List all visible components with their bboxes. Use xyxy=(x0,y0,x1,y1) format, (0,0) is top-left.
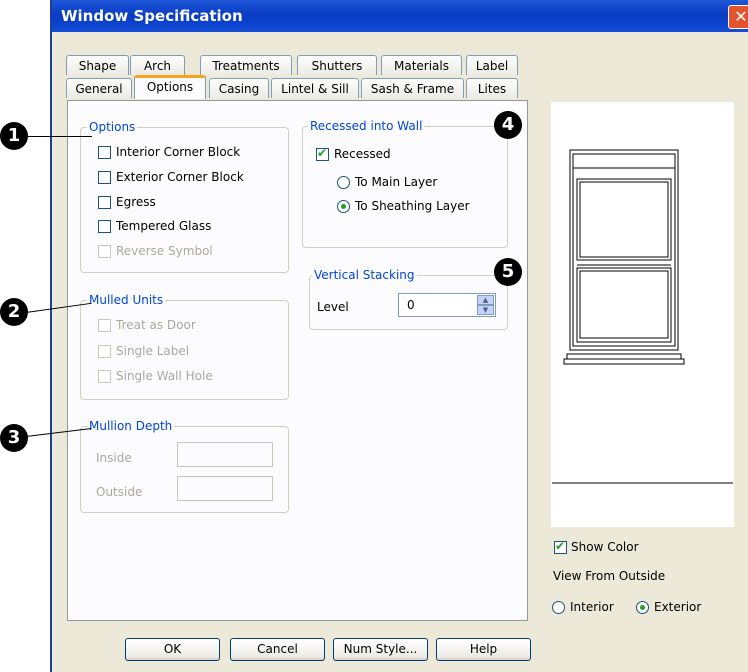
egress-checkbox[interactable] xyxy=(98,196,111,209)
callout-2: 2 xyxy=(0,298,28,326)
num-style-button[interactable]: Num Style... xyxy=(333,638,428,661)
options-group-legend: Options xyxy=(87,120,138,134)
to-sheathing-layer-label: To Sheathing Layer xyxy=(355,199,470,213)
egress-label: Egress xyxy=(116,195,156,209)
to-main-layer-radio[interactable] xyxy=(337,176,350,189)
vertical-stacking-legend: Vertical Stacking xyxy=(312,268,417,282)
to-sheathing-layer-radio[interactable] xyxy=(337,200,350,213)
spinner-up-icon[interactable]: ▲ xyxy=(477,295,494,305)
window-preview-drawing xyxy=(552,149,733,484)
level-value: 0 xyxy=(407,298,415,312)
callout-1: 1 xyxy=(0,122,28,150)
interior-corner-block-label: Interior Corner Block xyxy=(116,145,241,159)
title-bar: Window Specification xyxy=(52,0,748,32)
window-preview xyxy=(551,102,734,527)
tab-lites[interactable]: Lites xyxy=(466,78,518,98)
tab-materials[interactable]: Materials xyxy=(381,55,462,75)
spinner-down-icon[interactable]: ▼ xyxy=(477,305,494,315)
callout-3: 3 xyxy=(0,424,28,452)
tab-label[interactable]: Label xyxy=(466,55,518,75)
inside-depth-input[interactable] xyxy=(177,442,273,467)
close-icon[interactable]: ✕ xyxy=(728,5,748,29)
treat-as-door-checkbox[interactable] xyxy=(98,319,111,332)
recessed-into-wall-legend: Recessed into Wall xyxy=(308,119,425,133)
level-spinner[interactable]: 0 ▲ ▼ xyxy=(398,293,496,317)
callout-5: 5 xyxy=(494,258,522,286)
exterior-radio[interactable] xyxy=(636,601,649,614)
mulled-units-legend: Mulled Units xyxy=(87,293,166,307)
exterior-corner-block-checkbox[interactable] xyxy=(98,171,111,184)
callout-4: 4 xyxy=(494,111,522,139)
show-color-checkbox[interactable]: ✔ xyxy=(554,539,567,554)
tab-treatments[interactable]: Treatments xyxy=(200,55,292,75)
ok-button[interactable]: OK xyxy=(125,638,220,661)
single-wall-hole-checkbox[interactable] xyxy=(98,370,111,383)
treat-as-door-label: Treat as Door xyxy=(116,318,196,332)
level-label: Level xyxy=(317,300,349,314)
callout-1-line xyxy=(26,136,92,137)
radio-selected-dot xyxy=(640,605,645,610)
outside-depth-input[interactable] xyxy=(177,476,273,501)
single-label-label: Single Label xyxy=(116,344,190,358)
exterior-label: Exterior xyxy=(654,600,702,614)
tab-lintel-sill[interactable]: Lintel & Sill xyxy=(271,78,359,98)
tab-options[interactable]: Options xyxy=(134,75,206,99)
single-wall-hole-label: Single Wall Hole xyxy=(116,369,213,383)
to-main-layer-label: To Main Layer xyxy=(355,175,438,189)
tab-sash-frame[interactable]: Sash & Frame xyxy=(361,78,464,98)
outside-label: Outside xyxy=(96,485,143,499)
tab-casing[interactable]: Casing xyxy=(209,78,269,98)
recessed-label: Recessed xyxy=(334,147,391,161)
tab-shape[interactable]: Shape xyxy=(66,55,129,75)
tab-arch[interactable]: Arch xyxy=(130,55,185,75)
inside-label: Inside xyxy=(96,451,132,465)
tab-shutters[interactable]: Shutters xyxy=(297,55,377,75)
reverse-symbol-checkbox[interactable] xyxy=(98,245,111,258)
tab-general[interactable]: General xyxy=(66,78,132,98)
tempered-glass-label: Tempered Glass xyxy=(116,219,212,233)
view-from-outside-label: View From Outside xyxy=(553,569,666,583)
cancel-button[interactable]: Cancel xyxy=(230,638,325,661)
interior-corner-block-checkbox[interactable] xyxy=(98,146,111,159)
interior-label: Interior xyxy=(570,600,614,614)
reverse-symbol-label: Reverse Symbol xyxy=(116,244,213,258)
tempered-glass-checkbox[interactable] xyxy=(98,220,111,233)
recessed-checkbox[interactable]: ✔ xyxy=(316,146,329,161)
single-label-checkbox[interactable] xyxy=(98,345,111,358)
checkmark-icon: ✔ xyxy=(317,146,328,160)
mullion-depth-legend: Mullion Depth xyxy=(87,419,175,433)
dialog-title: Window Specification xyxy=(61,7,243,25)
radio-selected-dot xyxy=(341,204,346,209)
show-color-label: Show Color xyxy=(571,540,639,554)
exterior-corner-block-label: Exterior Corner Block xyxy=(116,170,244,184)
interior-radio[interactable] xyxy=(552,601,565,614)
checkmark-icon: ✔ xyxy=(555,539,566,553)
help-button[interactable]: Help xyxy=(436,638,531,661)
